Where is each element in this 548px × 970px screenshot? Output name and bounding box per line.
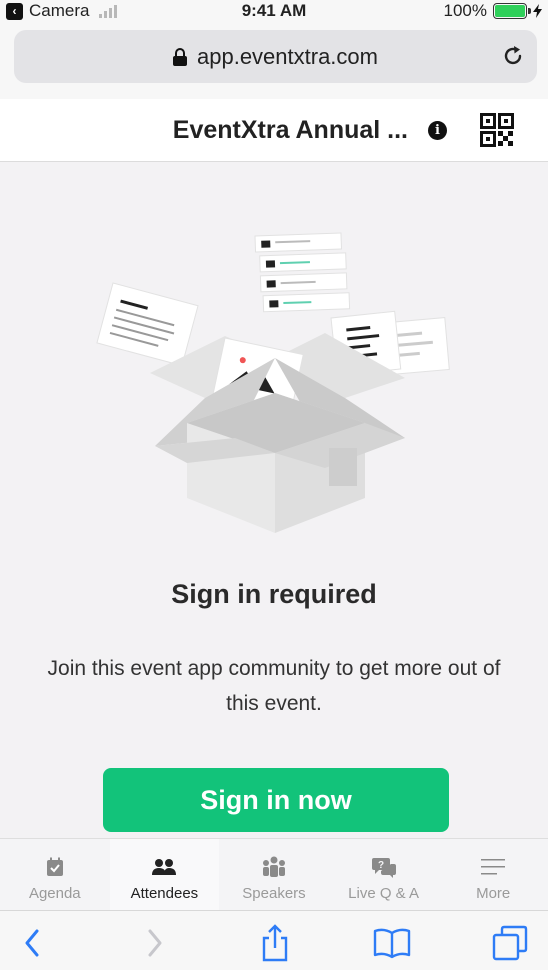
chevron-left-icon bbox=[25, 929, 39, 957]
battery-percent: 100% bbox=[443, 1, 487, 20]
people-icon bbox=[152, 859, 177, 875]
browser-address-area: app.eventxtra.com bbox=[0, 22, 548, 99]
tab-label: Speakers bbox=[242, 885, 306, 902]
svg-text:?: ? bbox=[378, 860, 384, 871]
qr-code-icon[interactable] bbox=[480, 113, 514, 147]
menu-lines-icon bbox=[481, 859, 506, 875]
url-text: app.eventxtra.com bbox=[197, 43, 378, 69]
chevron-right-icon bbox=[148, 929, 162, 957]
share-icon bbox=[262, 924, 288, 962]
bottom-tab-bar: Agenda Attendees Speakers ? Live Q & A M… bbox=[0, 838, 548, 910]
battery-status: 100% bbox=[444, 1, 542, 21]
sign-in-description: Join this event app community to get mor… bbox=[47, 657, 501, 715]
tab-attendees[interactable]: Attendees bbox=[109, 839, 220, 910]
chat-question-icon: ? bbox=[371, 858, 396, 878]
speakers-icon bbox=[262, 856, 285, 877]
browser-back-button[interactable] bbox=[12, 923, 52, 963]
bookmarks-button[interactable] bbox=[372, 923, 412, 963]
charging-bolt-icon bbox=[533, 4, 542, 18]
page-title: EventXtra Annual ... bbox=[172, 116, 408, 144]
tab-label: Attendees bbox=[130, 885, 199, 902]
share-button[interactable] bbox=[255, 923, 295, 963]
tab-agenda[interactable]: Agenda bbox=[0, 839, 110, 910]
open-box-illustration bbox=[96, 232, 450, 533]
tabs-icon bbox=[492, 925, 528, 961]
tab-speakers[interactable]: Speakers bbox=[219, 839, 329, 910]
browser-forward-button[interactable] bbox=[135, 923, 175, 963]
page-header: EventXtra Annual ... i bbox=[0, 99, 548, 162]
browser-toolbar bbox=[0, 910, 548, 970]
info-icon[interactable]: i bbox=[428, 121, 447, 140]
sign-in-heading: Sign in required bbox=[171, 579, 377, 609]
tab-more[interactable]: More bbox=[438, 839, 548, 910]
calendar-check-icon bbox=[46, 857, 63, 876]
open-book-icon bbox=[373, 928, 411, 959]
sign-in-panel: Sign in required Join this event app com… bbox=[0, 163, 548, 838]
status-bar: ‹ Camera 9:41 AM 100% bbox=[0, 0, 548, 22]
tab-label: More bbox=[476, 885, 511, 902]
tabs-button[interactable] bbox=[490, 923, 530, 963]
tab-label: Live Q & A bbox=[348, 885, 420, 902]
sign-in-button[interactable]: Sign in now bbox=[103, 768, 449, 832]
address-bar[interactable]: app.eventxtra.com bbox=[14, 30, 537, 83]
tab-label: Agenda bbox=[28, 885, 81, 902]
tab-live-qa[interactable]: ? Live Q & A bbox=[329, 839, 439, 910]
reload-icon[interactable] bbox=[501, 44, 525, 68]
battery-icon bbox=[493, 3, 531, 19]
lock-icon bbox=[173, 47, 187, 66]
